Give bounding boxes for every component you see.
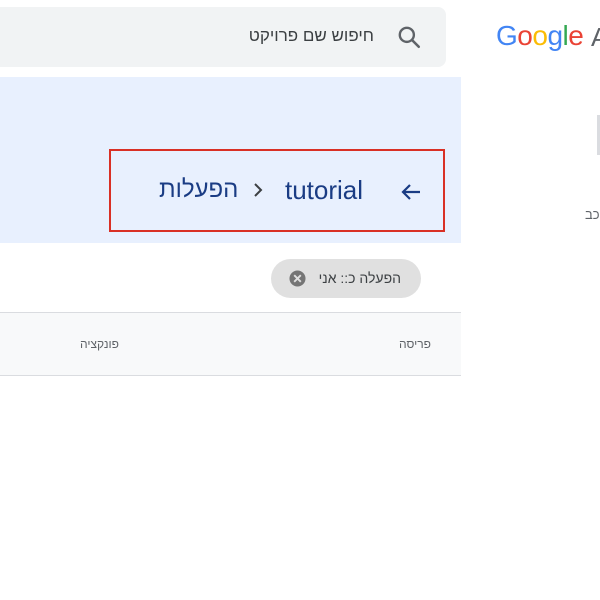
breadcrumb-project-link[interactable]: tutorial <box>285 175 363 206</box>
side-panel: Google A כב <box>461 0 600 600</box>
search-icon[interactable] <box>396 24 422 50</box>
logo-letter: e <box>568 20 584 51</box>
chevron-icon <box>254 183 263 197</box>
close-circle-icon[interactable] <box>289 270 306 287</box>
breadcrumb: tutorial הפעלות <box>109 149 445 232</box>
logo-letter: g <box>547 20 563 51</box>
main-panel: חיפוש שם פרויקט tutorial הפעלות הפעלה כ:… <box>0 0 461 600</box>
breadcrumb-current-page: הפעלות <box>159 176 239 203</box>
logo-letter: o <box>517 20 533 51</box>
table-header: פריסה פונקציה <box>0 312 461 376</box>
filter-chip[interactable]: הפעלה כ:: אני <box>271 259 421 298</box>
filter-chip-label: הפעלה כ:: אני <box>318 270 401 286</box>
search-input[interactable]: חיפוש שם פרויקט <box>249 26 374 46</box>
page-header: tutorial הפעלות <box>0 77 461 243</box>
arrow-back-icon[interactable] <box>399 180 423 204</box>
column-header-deployment[interactable]: פריסה <box>399 337 431 351</box>
google-logo: Google <box>496 20 584 52</box>
logo-letter: o <box>532 20 548 51</box>
column-header-function[interactable]: פונקציה <box>80 337 119 351</box>
search-bar[interactable]: חיפוש שם פרויקט <box>0 7 446 67</box>
side-panel-text: כב <box>585 207 600 222</box>
logo-letter: G <box>496 20 518 51</box>
logo-suffix: A <box>591 22 600 52</box>
